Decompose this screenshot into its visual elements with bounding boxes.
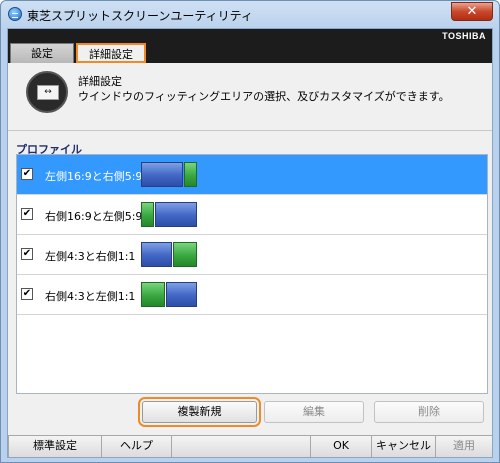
restore-defaults-button[interactable]: 標準設定: [8, 436, 102, 457]
brand-logo: TOSHIBA: [442, 31, 486, 41]
tab-settings[interactable]: 設定: [10, 43, 74, 63]
fitting-area-block: [141, 202, 154, 227]
profile-row[interactable]: ✔ 左側4:3と右側1:1: [17, 235, 487, 275]
fitting-area-block: [184, 162, 197, 187]
layout-preview: [141, 282, 197, 307]
profile-checkbox[interactable]: ✔: [21, 168, 33, 180]
profile-checkbox[interactable]: ✔: [21, 248, 33, 260]
bottom-button-bar: 標準設定 ヘルプ OK キャンセル 適用: [8, 435, 492, 457]
profile-row[interactable]: ✔ 右側16:9と左側5:9: [17, 195, 487, 235]
help-button[interactable]: ヘルプ: [102, 436, 172, 457]
fitting-area-block: [141, 282, 165, 307]
close-button[interactable]: ✕: [451, 2, 493, 21]
profile-checkbox[interactable]: ✔: [21, 208, 33, 220]
resize-arrows-icon: ↔: [37, 85, 59, 100]
apply-button[interactable]: 適用: [436, 436, 492, 457]
delete-button[interactable]: 削除: [374, 401, 484, 423]
title-bar[interactable]: 東芝スプリットスクリーンユーティリティ ✕: [1, 1, 499, 27]
tab-advanced-settings[interactable]: 詳細設定: [76, 43, 146, 63]
edit-button[interactable]: 編集: [264, 401, 364, 423]
profile-list[interactable]: ✔ 左側16:9と右側5:9 ✔ 右側16:9と左側5:9 ✔ 左側4:3と右側…: [16, 154, 488, 394]
profile-label: 右側16:9と左側5:9: [45, 210, 143, 223]
fitting-area-block: [141, 162, 183, 187]
profile-checkbox[interactable]: ✔: [21, 288, 33, 300]
duplicate-new-button[interactable]: 複製新規: [138, 397, 261, 427]
profile-label: 左側4:3と右側1:1: [45, 250, 136, 263]
fitting-area-block: [141, 242, 172, 267]
split-screen-icon: ↔: [26, 71, 68, 113]
brand-bar: TOSHIBA 設定 詳細設定: [8, 29, 492, 63]
page-title: 詳細設定: [78, 75, 122, 88]
ok-button[interactable]: OK: [310, 436, 372, 457]
fitting-area-block: [166, 282, 197, 307]
profile-row[interactable]: ✔ 右側4:3と左側1:1: [17, 275, 487, 315]
page-header: ↔ 詳細設定 ウインドウのフィッティングエリアの選択、及びカスタマイズができます…: [8, 63, 492, 131]
close-icon: ✕: [466, 4, 478, 19]
layout-preview: [141, 162, 197, 187]
profile-label: 右側4:3と左側1:1: [45, 290, 136, 303]
app-window: 東芝スプリットスクリーンユーティリティ ✕ TOSHIBA 設定 詳細設定 ↔ …: [0, 0, 500, 463]
fitting-area-block: [173, 242, 197, 267]
profile-row[interactable]: ✔ 左側16:9と右側5:9: [17, 155, 487, 195]
dialog-client: TOSHIBA 設定 詳細設定 ↔ 詳細設定 ウインドウのフィッティングエリアの…: [7, 28, 493, 458]
page-description: ウインドウのフィッティングエリアの選択、及びカスタマイズができます。: [78, 90, 450, 103]
layout-preview: [141, 202, 197, 227]
profile-label: 左側16:9と右側5:9: [45, 170, 143, 183]
fitting-area-block: [155, 202, 197, 227]
app-icon: [8, 7, 22, 21]
cancel-button[interactable]: キャンセル: [372, 436, 436, 457]
window-title: 東芝スプリットスクリーンユーティリティ: [27, 9, 253, 23]
layout-preview: [141, 242, 197, 267]
